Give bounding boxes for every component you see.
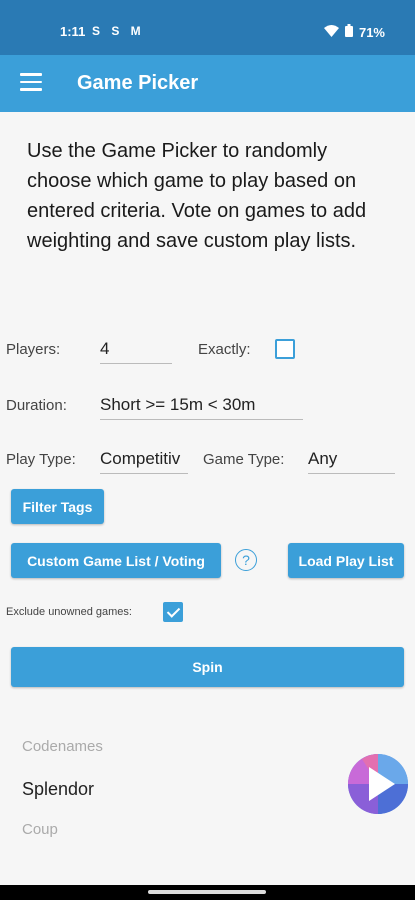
players-label: Players: — [6, 341, 61, 358]
status-bar: 1:11 S S M 71% — [0, 0, 415, 55]
play-type-select[interactable]: Competitiv — [100, 449, 188, 474]
wifi-icon — [323, 24, 339, 40]
result-item: Splendor — [22, 779, 95, 799]
spin-button[interactable]: Spin — [11, 647, 404, 687]
battery-percent: 71% — [358, 24, 385, 40]
exactly-checkbox[interactable] — [275, 339, 295, 359]
exclude-unowned-checkbox[interactable] — [163, 602, 183, 622]
home-gesture-handle[interactable] — [148, 890, 266, 894]
status-right: 71% — [323, 24, 385, 40]
result-item: Coup — [22, 821, 58, 838]
battery-icon — [344, 24, 353, 40]
load-play-list-button[interactable]: Load Play List — [288, 543, 404, 578]
intro-text: Use the Game Picker to randomly choose w… — [27, 140, 367, 252]
play-type-label: Play Type: — [6, 451, 76, 468]
exclude-unowned-label: Exclude unowned games: — [6, 606, 132, 618]
spin-wheel-play-icon[interactable] — [347, 753, 409, 815]
help-icon[interactable]: ? — [235, 549, 257, 571]
game-type-label: Game Type: — [203, 451, 285, 468]
game-type-select[interactable]: Any — [308, 449, 395, 474]
hamburger-menu-icon[interactable] — [20, 73, 42, 91]
result-item: Codenames — [22, 738, 103, 755]
app-bar: Game Picker — [0, 55, 415, 112]
custom-game-list-button[interactable]: Custom Game List / Voting — [11, 543, 221, 578]
status-time: 1:11 — [60, 24, 86, 39]
duration-select[interactable]: Short >= 15m < 30m — [100, 395, 303, 420]
notification-icons: S S M — [92, 24, 145, 38]
duration-label: Duration: — [6, 397, 67, 414]
players-field[interactable]: 4 — [100, 339, 172, 364]
filter-tags-button[interactable]: Filter Tags — [11, 489, 104, 524]
nav-bar — [0, 885, 415, 900]
exactly-label: Exactly: — [198, 341, 251, 358]
page-title: Game Picker — [77, 72, 199, 94]
